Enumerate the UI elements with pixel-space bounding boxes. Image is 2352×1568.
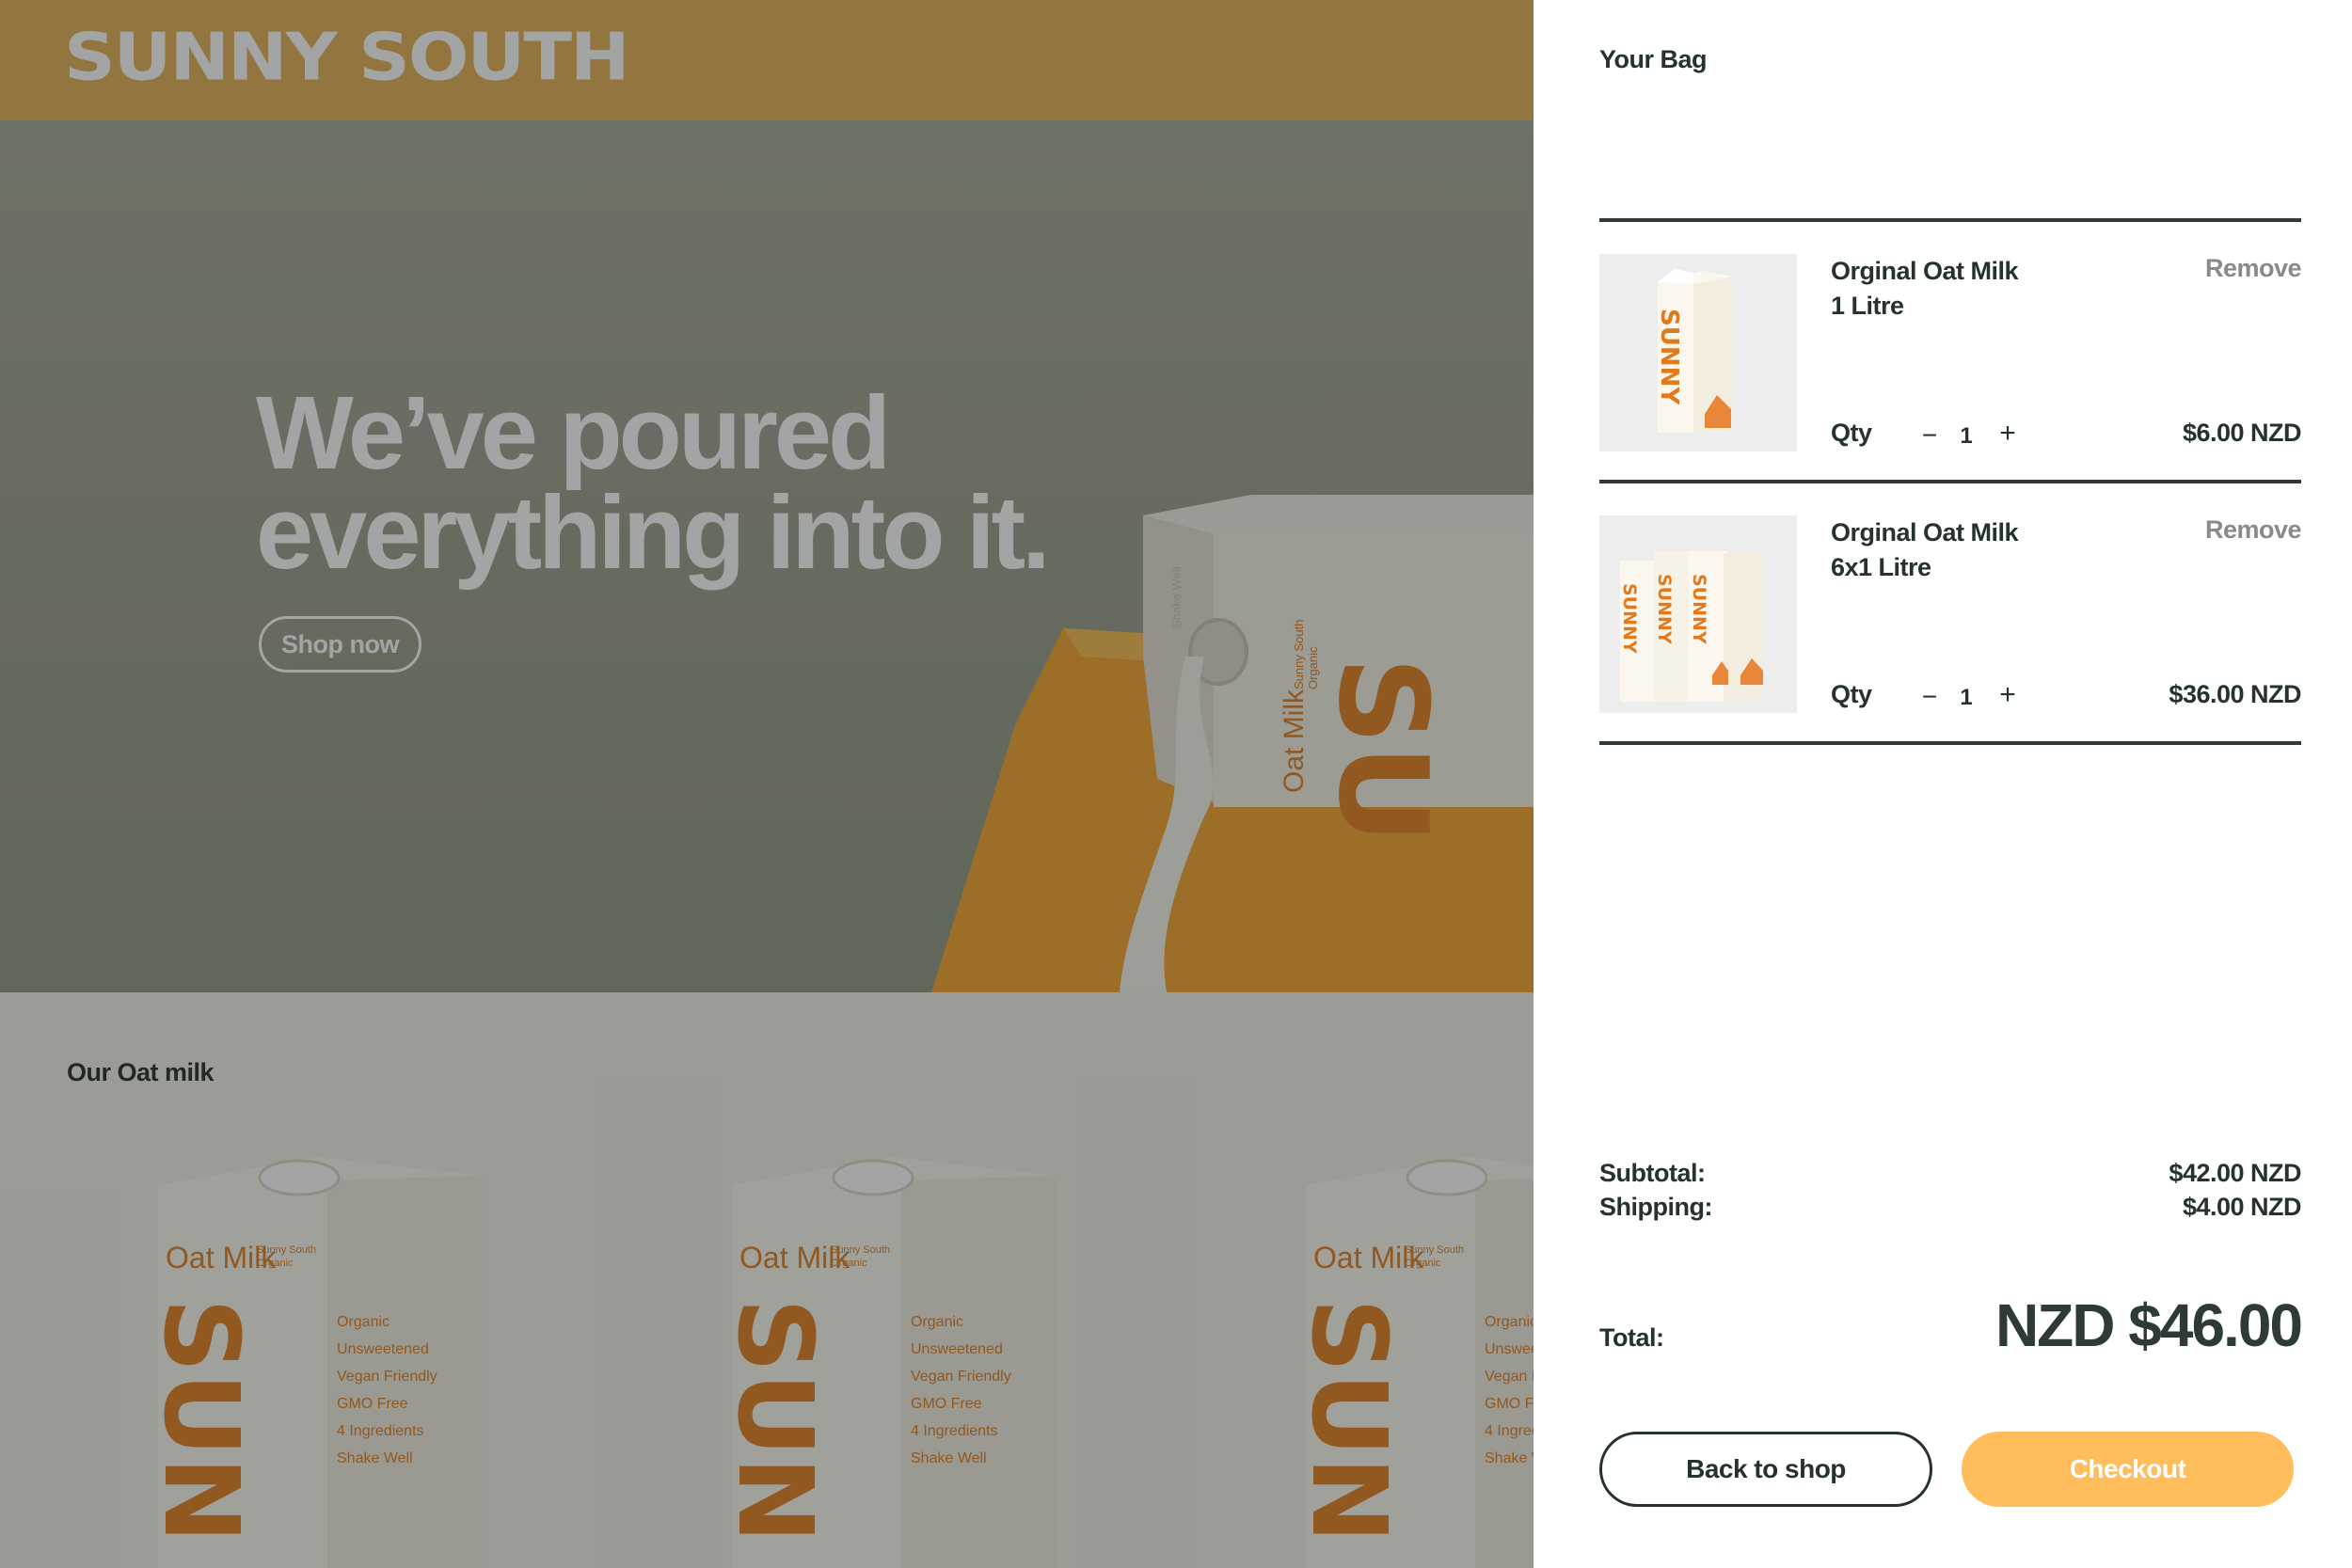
thumb-brand-text: SUNNY <box>1619 583 1640 654</box>
shipping-value: $4.00 NZD <box>2182 1193 2302 1221</box>
qty-label: Qty <box>1831 419 1872 447</box>
back-to-shop-button[interactable]: Back to shop <box>1599 1432 1932 1507</box>
checkout-button[interactable]: Checkout <box>1962 1432 2294 1507</box>
divider <box>1599 480 2301 483</box>
divider <box>1599 218 2301 222</box>
shipping-label: Shipping: <box>1599 1193 1712 1221</box>
qty-label: Qty <box>1831 680 1872 708</box>
item-thumbnail[interactable]: SUNNY SUNNY SUNNY <box>1599 515 1797 713</box>
remove-button[interactable]: Remove <box>2205 254 2302 283</box>
cart-drawer: Your Bag SUNNY Orginal Oat Milk 1 Litre … <box>1534 0 2352 1568</box>
qty-value[interactable]: 1 <box>1955 685 1978 711</box>
item-name: Orginal Oat Milk 1 Litre <box>1831 257 2019 320</box>
modal-backdrop[interactable] <box>0 0 1534 1568</box>
item-price: $36.00 NZD <box>2169 680 2301 708</box>
qty-value[interactable]: 1 <box>1955 423 1978 450</box>
item-thumbnail[interactable]: SUNNY <box>1599 254 1797 451</box>
thumb-brand-text: SUNNY <box>1655 309 1683 405</box>
qty-increment-icon[interactable]: + <box>1993 417 2023 451</box>
carton-thumbnail-image: SUNNY <box>1655 269 1733 433</box>
thumb-brand-text: SUNNY <box>1654 574 1675 644</box>
qty-decrement-icon[interactable]: − <box>1915 680 1945 714</box>
qty-decrement-icon[interactable]: − <box>1915 419 1945 452</box>
cart-item: SUNNY Orginal Oat Milk 1 Litre Remove Qt… <box>1599 254 2302 452</box>
item-name: Orginal Oat Milk 6x1 Litre <box>1831 518 2019 581</box>
total-value: NZD $46.00 <box>1994 1291 2303 1359</box>
divider <box>1599 741 2301 745</box>
store-page: SUNNY SOUTH We’ve poured everything into… <box>0 0 1534 1568</box>
qty-increment-icon[interactable]: + <box>1993 678 2023 712</box>
remove-button[interactable]: Remove <box>2205 515 2302 545</box>
subtotal-label: Subtotal: <box>1599 1159 1706 1187</box>
item-price: $6.00 NZD <box>2182 419 2302 447</box>
thumb-brand-text: SUNNY <box>1689 574 1709 644</box>
total-label: Total: <box>1599 1323 1664 1352</box>
cart-title: Your Bag <box>1599 45 1708 73</box>
cart-item: SUNNY SUNNY SUNNY Orginal Oat Milk 6x1 L… <box>1599 515 2302 714</box>
subtotal-value: $42.00 NZD <box>2169 1159 2301 1187</box>
carton-pack-thumbnail-image: SUNNY SUNNY SUNNY <box>1619 551 1763 702</box>
